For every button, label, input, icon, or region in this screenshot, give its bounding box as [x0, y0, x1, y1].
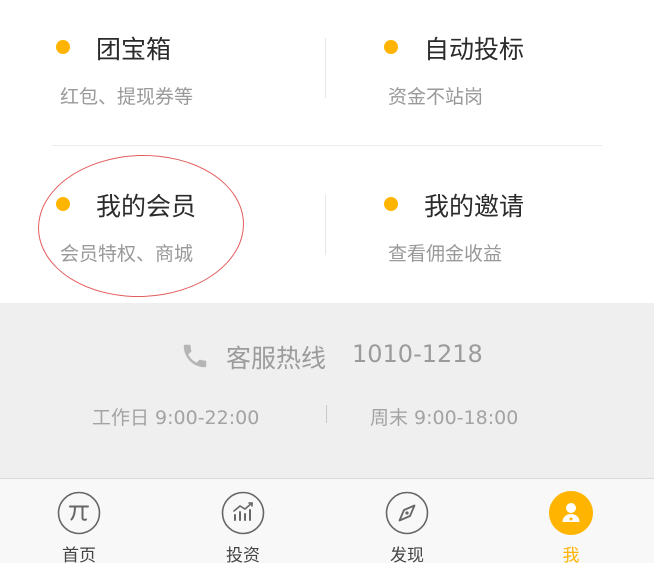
tab-home[interactable]: 首页	[24, 479, 134, 566]
menu-item-title: 我的邀请	[424, 192, 525, 221]
tab-me[interactable]: 我	[516, 479, 626, 566]
menu-item-subtitle: 红包、提现券等	[60, 86, 194, 108]
tab-label: 首页	[62, 546, 96, 566]
bullet-dot-icon	[56, 40, 70, 54]
column-divider	[325, 38, 326, 98]
customer-service-panel: 客服热线 1010-1218 工作日 9:00-22:00 周末 9:00-18…	[0, 303, 654, 478]
hotline-label: 客服热线	[226, 344, 327, 373]
menu-item-auto-bid[interactable]: 自动投标 资金不站岗	[382, 20, 654, 140]
weekend-hours: 周末 9:00-18:00	[370, 407, 519, 429]
menu-item-title: 自动投标	[424, 35, 525, 64]
hours-divider	[326, 405, 327, 423]
menu-grid: 团宝箱 红包、提现券等 自动投标 资金不站岗 我的会员 会员特权、商城 我的邀请…	[0, 0, 654, 303]
menu-item-subtitle: 查看佣金收益	[388, 243, 503, 265]
tab-invest[interactable]: 投资	[188, 479, 298, 566]
weekday-hours: 工作日 9:00-22:00	[92, 407, 260, 429]
hotline-number[interactable]: 1010-1218	[352, 340, 483, 368]
column-divider	[325, 195, 326, 255]
pi-icon	[57, 491, 101, 535]
hotline-row[interactable]: 客服热线 1010-1218	[0, 339, 654, 373]
phone-icon	[183, 344, 207, 368]
chart-icon	[221, 491, 265, 535]
menu-item-subtitle: 资金不站岗	[388, 86, 484, 108]
tab-label: 投资	[226, 546, 260, 566]
user-icon	[549, 491, 593, 535]
menu-item-my-invites[interactable]: 我的邀请 查看佣金收益	[382, 177, 654, 297]
row-divider	[52, 145, 602, 146]
bullet-dot-icon	[384, 40, 398, 54]
menu-item-title: 团宝箱	[96, 35, 172, 64]
bullet-dot-icon	[384, 197, 398, 211]
bottom-tab-bar: 首页 投资 发现 我	[0, 478, 654, 566]
menu-item-treasure-box[interactable]: 团宝箱 红包、提现券等	[52, 20, 352, 140]
compass-icon	[385, 491, 429, 535]
tab-label: 我	[562, 546, 580, 566]
tab-label: 发现	[390, 546, 424, 566]
tab-discover[interactable]: 发现	[352, 479, 462, 566]
